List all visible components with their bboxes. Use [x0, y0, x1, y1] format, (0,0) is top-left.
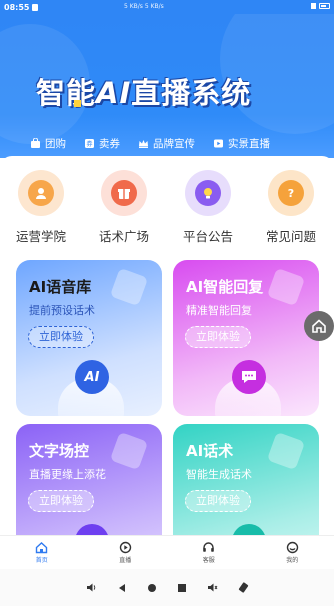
sim-icon [311, 3, 316, 9]
tab-live[interactable]: 直播 [84, 536, 168, 569]
card-title: AI语音库 [29, 278, 92, 296]
battery-icon [319, 3, 330, 9]
svg-text:券: 券 [86, 140, 92, 148]
notification-icon [32, 3, 39, 11]
academy-icon [28, 180, 54, 206]
tab-label: 客服 [202, 557, 215, 564]
tab-profile[interactable]: 我的 [251, 536, 334, 569]
tab-home[interactable]: 首页 [0, 536, 84, 569]
menu-label: 平台公告 [182, 229, 233, 244]
question-icon: ? [278, 180, 304, 206]
menu-label: 运营学院 [15, 229, 66, 244]
hero-tag-live: 实景直播 [213, 136, 270, 151]
menu-item-notice[interactable]: 平台公告 [170, 166, 246, 245]
recents-icon[interactable] [177, 578, 187, 597]
volume-down-icon[interactable] [207, 578, 218, 597]
card-illustration [215, 360, 281, 416]
home-icon [312, 319, 326, 333]
system-nav-bar [0, 569, 334, 606]
floating-home-button[interactable] [304, 311, 334, 341]
status-bar: 08:55 5 KB/s 5 KB/s [0, 0, 334, 14]
gift-icon [111, 180, 137, 206]
try-now-button[interactable]: 立即体验 [185, 490, 251, 512]
crown-icon [139, 140, 148, 148]
quick-menu: 运营学院 话术广场 平台公告 ? 常见问题 [0, 166, 334, 246]
card-title: AI智能回复 [186, 278, 264, 296]
hero-tags: 团购 券 卖券 品牌宣传 实景直播 [30, 136, 270, 151]
bottom-tab-bar: 首页 直播 客服 我的 [0, 535, 334, 569]
hero-title-post: 直播系统 [131, 76, 252, 110]
card-illustration: AI [58, 360, 124, 416]
status-time: 08:55 [4, 2, 30, 12]
hero-title: 智能AI直播系统 [36, 70, 251, 112]
hero-banner: 智能AI直播系统 团购 券 卖券 品牌宣传 实景直播 [0, 14, 334, 158]
card-subtitle: 智能生成话术 [186, 468, 252, 481]
home-icon [36, 542, 48, 554]
bag-icon [31, 138, 40, 148]
hero-title-ai: AI [96, 76, 132, 110]
tab-label: 我的 [286, 557, 299, 564]
hero-tag-label: 团购 [45, 138, 66, 150]
card-ai-voice[interactable]: AI语音库 提前预设话术 立即体验 AI [16, 260, 162, 416]
play-icon [214, 139, 223, 148]
menu-label: 话术广场 [98, 229, 149, 244]
home-nav-icon[interactable] [147, 578, 157, 597]
coupon-icon: 券 [85, 139, 94, 148]
hero-tag-coupon: 券 卖券 [84, 136, 120, 151]
speed-2: 5 KB/s [144, 3, 164, 10]
try-now-button[interactable]: 立即体验 [28, 490, 94, 512]
tab-label: 首页 [35, 557, 48, 564]
tab-label: 直播 [119, 557, 132, 564]
card-title: 文字场控 [29, 442, 90, 460]
headset-icon [203, 542, 215, 552]
speed-1: 5 KB/s [124, 3, 143, 10]
try-now-button[interactable]: 立即体验 [185, 326, 251, 348]
chat-icon [232, 360, 266, 394]
network-speeds: 5 KB/s 5 KB/s [124, 3, 164, 10]
card-subtitle: 直播更缘上添花 [29, 468, 106, 481]
back-icon[interactable] [117, 578, 127, 597]
menu-item-faq[interactable]: ? 常见问题 [253, 166, 329, 245]
hero-tag-label: 卖券 [99, 138, 120, 150]
live-icon [119, 541, 131, 554]
card-subtitle: 精准智能回复 [186, 304, 252, 317]
title-accent-dot [74, 100, 81, 107]
card-ai-reply[interactable]: AI智能回复 精准智能回复 立即体验 [173, 260, 319, 416]
hero-tag-brand: 品牌宣传 [138, 136, 195, 151]
menu-item-academy[interactable]: 运营学院 [3, 166, 79, 245]
menu-label: 常见问题 [265, 229, 316, 244]
bulb-icon [195, 180, 221, 206]
volume-icon[interactable] [86, 578, 97, 597]
card-subtitle: 提前预设话术 [29, 304, 95, 317]
menu-item-scripts[interactable]: 话术广场 [86, 166, 162, 245]
hero-tag-groupbuy: 团购 [30, 136, 66, 151]
hero-tag-label: 品牌宣传 [153, 138, 195, 150]
card-title: AI话术 [186, 442, 234, 460]
hero-tag-label: 实景直播 [228, 138, 270, 150]
status-right [311, 3, 330, 9]
svg-text:?: ? [288, 187, 294, 200]
hero-title-pre: 智能 [36, 76, 97, 110]
ai-badge-icon: AI [75, 360, 109, 394]
rotate-icon[interactable] [238, 578, 249, 597]
try-now-button[interactable]: 立即体验 [28, 326, 94, 348]
profile-icon [286, 541, 298, 554]
tab-service[interactable]: 客服 [167, 536, 251, 569]
